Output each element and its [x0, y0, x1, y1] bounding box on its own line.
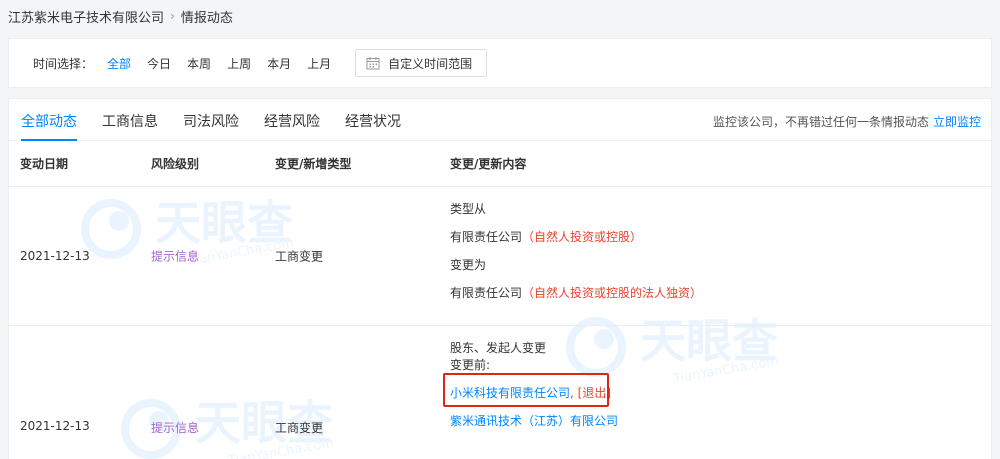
content-after-value: 有限责任公司（自然人投资或控股的法人独资）: [450, 286, 703, 300]
breadcrumb-separator: ›: [170, 9, 175, 23]
content-title: 股东、发起人变更: [450, 341, 547, 355]
table-header: 变动日期 风险级别 变更/新增类型 变更/更新内容: [9, 141, 991, 187]
content-after-highlight: 的法人独资: [630, 286, 691, 300]
breadcrumb: 江苏紫米电子技术有限公司 › 情报动态: [8, 7, 233, 26]
custom-range-button[interactable]: 自定义时间范围: [355, 49, 488, 77]
tab-all-news[interactable]: 全部动态: [21, 111, 77, 141]
header-change-content: 变更/更新内容: [450, 157, 527, 171]
monitor-text: 监控该公司，不再错过任何一条情报动态: [712, 115, 929, 129]
table-row: 2021-12-13 提示信息 工商变更 股东、发起人变更 变更前: 小米科技有…: [9, 326, 991, 459]
content-shareholder: 紫米通讯技术（江苏）有限公司: [450, 414, 618, 428]
time-option-last-week[interactable]: 上周: [227, 55, 251, 72]
category-tabs: 全部动态 工商信息 司法风险 经营风险 经营状况 监控该公司，不再错过任何一条情…: [9, 99, 991, 141]
content-before-label: 类型从: [450, 202, 487, 216]
row-risk-level: 提示信息: [151, 249, 200, 264]
row-date: 2021-12-13: [20, 249, 90, 263]
breadcrumb-company[interactable]: 江苏紫米电子技术有限公司: [8, 7, 164, 26]
header-risk-level: 风险级别: [151, 157, 200, 171]
header-change-type: 变更/新增类型: [275, 157, 352, 171]
tab-operating-risk[interactable]: 经营风险: [264, 111, 320, 140]
shareholder-link[interactable]: 紫米通讯技术（江苏）有限公司: [450, 414, 618, 428]
time-option-last-month[interactable]: 上月: [307, 55, 331, 72]
monitor-now-link[interactable]: 立即监控: [933, 115, 981, 129]
content-after-label: 变更为: [450, 258, 487, 272]
row-change-content: 类型从 有限责任公司（自然人投资或控股） 变更为 有限责任公司（自然人投资或控股…: [450, 202, 702, 300]
row-risk-level: 提示信息: [151, 421, 200, 435]
tab-business-info[interactable]: 工商信息: [102, 111, 158, 140]
time-option-all[interactable]: 全部: [107, 55, 131, 72]
row-date: 2021-12-13: [20, 419, 90, 433]
time-option-this-month[interactable]: 本月: [267, 55, 291, 72]
content-before-value: 有限责任公司（自然人投资或控股）: [450, 230, 643, 244]
custom-range-label: 自定义时间范围: [388, 56, 473, 71]
header-date: 变动日期: [20, 157, 69, 171]
time-filter-bar: 时间选择： 全部 今日 本周 上周 本月 上月 自定义时间范围: [8, 38, 992, 88]
calendar-icon: [366, 57, 380, 70]
time-option-this-week[interactable]: 本周: [187, 55, 211, 72]
monitor-prompt: 监控该公司，不再错过任何一条情报动态 立即监控: [713, 113, 981, 130]
tab-judicial-risk[interactable]: 司法风险: [183, 111, 239, 140]
content-before-label: 变更前:: [450, 358, 491, 372]
news-feed-panel: 天眼查 TianYanCha.com 天眼查 TianYanCha.com 天眼…: [8, 98, 992, 459]
tab-operating-status[interactable]: 经营状况: [345, 111, 401, 140]
time-filter-label: 时间选择：: [33, 56, 94, 71]
breadcrumb-current: 情报动态: [180, 10, 233, 26]
time-option-today[interactable]: 今日: [147, 55, 171, 72]
row-change-type: 工商变更: [275, 249, 324, 264]
row-change-type: 工商变更: [275, 421, 324, 435]
content-before-paren: （自然人投资或控股）: [522, 230, 643, 244]
table-row: 2021-12-13 提示信息 工商变更 类型从 有限责任公司（自然人投资或控股…: [9, 187, 991, 326]
highlight-box: [443, 373, 609, 407]
